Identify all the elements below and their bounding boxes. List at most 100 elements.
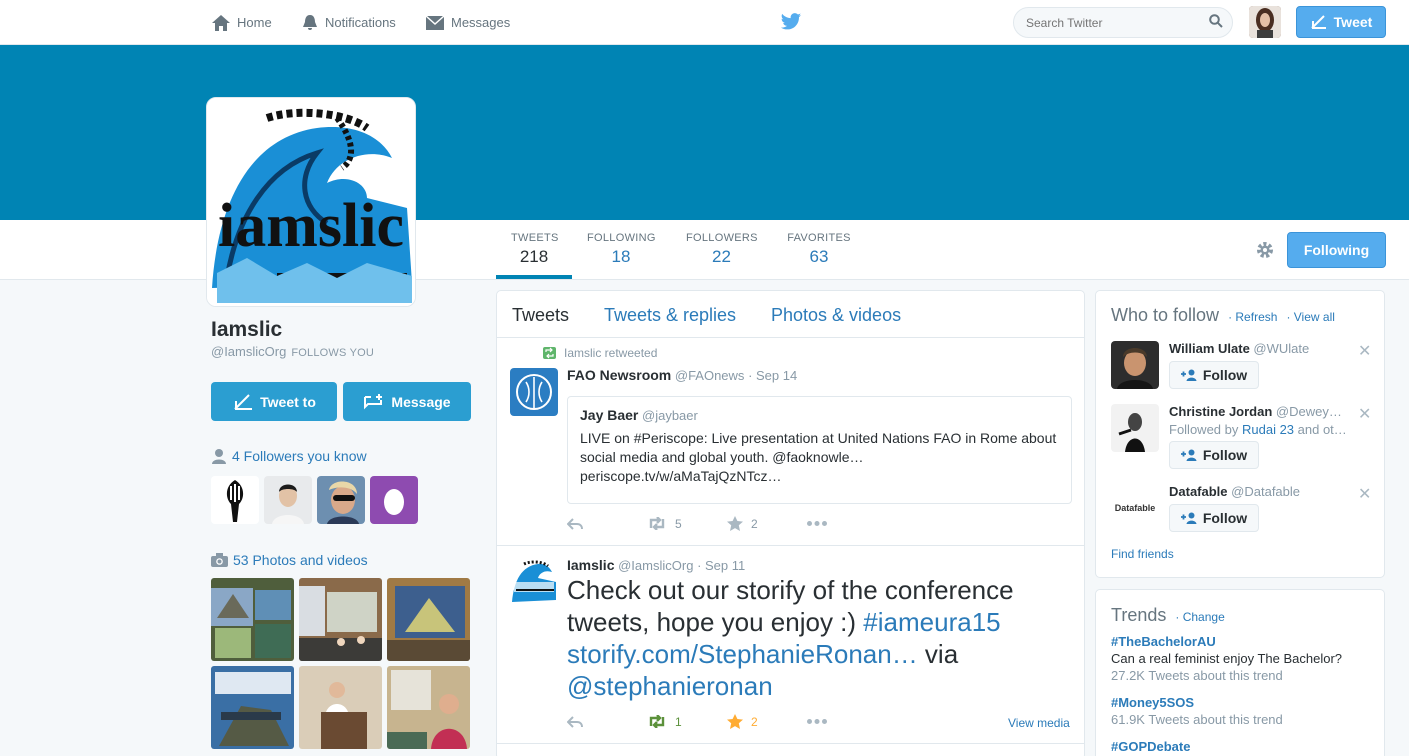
- quote-text: LIVE on #Periscope: Live presentation at…: [580, 429, 1059, 486]
- retweet-action[interactable]: 1: [647, 715, 727, 729]
- quote-link[interactable]: periscope.tv/w/aMaTajQzNTcz…: [580, 467, 1059, 486]
- nav-home[interactable]: Home: [211, 0, 272, 45]
- change-link[interactable]: · Change: [1175, 610, 1224, 624]
- suggestion-avatar[interactable]: [1111, 404, 1159, 452]
- photo-image: [211, 578, 294, 661]
- photo-thumbnail[interactable]: [211, 666, 294, 749]
- find-friends-link[interactable]: Find friends: [1111, 547, 1174, 561]
- tweet-link[interactable]: storify.com/StephanieRonan…: [567, 639, 918, 669]
- follower-avatar[interactable]: [211, 476, 259, 524]
- tweet-to-button[interactable]: Tweet to: [211, 382, 337, 421]
- suggestion-name[interactable]: Datafable @Datafable: [1169, 484, 1349, 499]
- following-button[interactable]: Following: [1287, 232, 1386, 268]
- tweet-item[interactable]: Iamslic @IamslicOrg · Sep 11 Check out o…: [497, 546, 1084, 744]
- follower-avatar[interactable]: [370, 476, 418, 524]
- followers-you-know-link[interactable]: 4 Followers you know: [211, 448, 367, 464]
- suggestion-avatar[interactable]: [1111, 341, 1159, 389]
- tweet-avatar[interactable]: [510, 368, 558, 416]
- follow-label: Follow: [1202, 367, 1248, 383]
- suggestion-handle: @Datafable: [1231, 484, 1301, 499]
- photo-image: [299, 666, 382, 749]
- followed-by-prefix: Followed by: [1169, 422, 1242, 437]
- nav-messages[interactable]: Messages: [425, 0, 510, 45]
- hashtag-link[interactable]: #iameura15: [863, 607, 1000, 637]
- tweet-actions: 5 2: [567, 516, 887, 531]
- follow-button[interactable]: Follow: [1169, 504, 1259, 532]
- bell-icon: [303, 14, 317, 30]
- active-stat-underline: [496, 275, 572, 279]
- tweet-item[interactable]: Iamslic retweeted FAO Newsroom @FAOnews …: [497, 338, 1084, 546]
- tab-tweets-replies[interactable]: Tweets & replies: [604, 305, 736, 326]
- stat-value: 63: [809, 247, 829, 266]
- tab-photos-videos[interactable]: Photos & videos: [771, 305, 901, 326]
- refresh-link[interactable]: · Refresh: [1228, 310, 1277, 324]
- photo-thumbnail[interactable]: [387, 666, 470, 749]
- stat-favorites[interactable]: FAVORITES 63: [787, 232, 851, 267]
- view-media-link[interactable]: View media: [1008, 716, 1070, 730]
- tweet-avatar[interactable]: [510, 558, 558, 606]
- trend-item[interactable]: #TheBachelorAU Can a real feminist enjoy…: [1111, 634, 1342, 683]
- trend-name: #Money5SOS: [1111, 695, 1195, 710]
- retweet-count: 1: [675, 714, 682, 729]
- tweet-date[interactable]: · Sep 11: [697, 558, 745, 573]
- retweet-action[interactable]: 5: [647, 517, 727, 531]
- stat-tweets[interactable]: TWEETS 218: [511, 232, 558, 267]
- follower-avatar[interactable]: [264, 476, 312, 524]
- suggestion-name[interactable]: William Ulate @WUlate: [1169, 341, 1349, 356]
- suggestion-name[interactable]: Christine Jordan @Dewey…: [1169, 404, 1349, 419]
- tweet-header: Iamslic @IamslicOrg · Sep 11: [567, 557, 745, 573]
- tweet-date[interactable]: · Sep 14: [748, 368, 797, 383]
- stat-followers[interactable]: FOLLOWERS 22: [686, 232, 757, 267]
- tweet-author-handle[interactable]: @IamslicOrg: [618, 558, 693, 573]
- profile-handle-text[interactable]: @IamslicOrg: [211, 344, 286, 359]
- stat-following[interactable]: FOLLOWING 18: [587, 232, 655, 267]
- favorite-action[interactable]: 2: [727, 714, 807, 729]
- photo-thumbnail[interactable]: [211, 578, 294, 661]
- reply-action[interactable]: [567, 517, 647, 530]
- more-action[interactable]: [807, 521, 887, 526]
- reply-action[interactable]: [567, 715, 647, 728]
- suggestion-avatar[interactable]: Datafable: [1111, 484, 1159, 532]
- search-input[interactable]: [1013, 7, 1233, 38]
- profile-avatar[interactable]: iamslic: [206, 97, 416, 307]
- follow-button[interactable]: Follow: [1169, 361, 1259, 389]
- tweet-author-name[interactable]: Iamslic: [567, 557, 614, 573]
- trend-count: 27.2K Tweets about this trend: [1111, 668, 1283, 683]
- dismiss-icon[interactable]: ✕: [1358, 341, 1371, 361]
- photo-image: [211, 666, 294, 749]
- tweet-header: FAO Newsroom @FAOnews · Sep 14: [567, 367, 797, 383]
- mention-link[interactable]: @stephanieronan: [567, 671, 773, 701]
- quoted-tweet[interactable]: Jay Baer @jaybaer LIVE on #Periscope: Li…: [567, 396, 1072, 504]
- nav-home-label: Home: [237, 15, 272, 30]
- trend-item[interactable]: #GOPDebate: [1111, 739, 1190, 754]
- photos-videos-link[interactable]: 53 Photos and videos: [211, 552, 368, 568]
- message-button[interactable]: Message: [343, 382, 471, 421]
- tab-tweets[interactable]: Tweets: [512, 305, 569, 326]
- tweet-author-handle[interactable]: @FAOnews: [675, 368, 745, 383]
- trend-item[interactable]: #Money5SOS 61.9K Tweets about this trend: [1111, 695, 1283, 727]
- follower-avatar[interactable]: [317, 476, 365, 524]
- favorite-action[interactable]: 2: [727, 516, 807, 531]
- user-avatar[interactable]: [1249, 6, 1281, 38]
- nav-notifications[interactable]: Notifications: [301, 0, 396, 45]
- follow-button[interactable]: Follow: [1169, 441, 1259, 469]
- view-all-link[interactable]: · View all: [1286, 310, 1334, 324]
- dismiss-icon[interactable]: ✕: [1358, 404, 1371, 424]
- dismiss-icon[interactable]: ✕: [1358, 484, 1371, 504]
- iamslic-logo: iamslic: [207, 98, 415, 306]
- photo-thumbnail[interactable]: [387, 578, 470, 661]
- profile-name[interactable]: Iamslic: [211, 318, 282, 342]
- retweeted-by-label[interactable]: Iamslic retweeted: [564, 346, 657, 360]
- photo-thumbnail[interactable]: [299, 578, 382, 661]
- search-icon[interactable]: [1209, 14, 1223, 28]
- twitter-bird-icon[interactable]: [780, 12, 802, 32]
- gear-icon[interactable]: [1255, 240, 1275, 260]
- compose-tweet-button[interactable]: Tweet: [1296, 6, 1386, 38]
- iamslic-logo-small: [510, 558, 558, 606]
- stat-label: FAVORITES: [787, 232, 851, 244]
- followed-by-link[interactable]: Rudai 23: [1242, 422, 1294, 437]
- photo-thumbnail[interactable]: [299, 666, 382, 749]
- more-action[interactable]: [807, 719, 887, 724]
- tweet-author-name[interactable]: FAO Newsroom: [567, 367, 671, 383]
- who-to-follow-title: Who to follow · Refresh · View all: [1111, 305, 1335, 326]
